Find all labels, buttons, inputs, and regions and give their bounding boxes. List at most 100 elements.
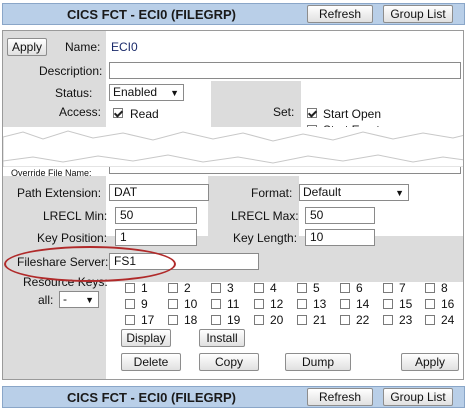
resource-key-label: 15	[399, 297, 413, 311]
status-select-value: Enabled	[113, 85, 158, 99]
resource-key-checkbox[interactable]	[340, 299, 350, 309]
set-label: Set:	[273, 105, 295, 119]
resource-key-label: 13	[313, 297, 327, 311]
resource-key-checkbox[interactable]	[383, 315, 393, 325]
dropdown-arrow-icon: ▼	[170, 88, 179, 98]
resource-key-label: 10	[184, 297, 198, 311]
resource-key-label: 12	[270, 297, 284, 311]
torn-edge	[3, 127, 463, 167]
apply-top-button[interactable]: Apply	[7, 38, 47, 56]
key-length-label: Key Length:	[233, 231, 298, 245]
resource-key-label: 23	[399, 313, 413, 327]
fct-form: Apply Name: ECI0 Description: Status: En…	[2, 30, 464, 380]
dump-button[interactable]: Dump	[285, 353, 351, 371]
all-keys-select-value: -	[63, 292, 67, 306]
apply-bottom-button[interactable]: Apply	[401, 353, 459, 371]
format-select-value: Default	[303, 185, 342, 199]
override-input[interactable]	[109, 167, 461, 174]
resource-key-checkbox[interactable]	[168, 299, 178, 309]
resource-key-checkbox[interactable]	[297, 315, 307, 325]
resource-key-label: 1	[141, 281, 148, 295]
top-header-bar: CICS FCT - ECI0 (FILEGRP) Refresh Group …	[2, 3, 465, 25]
resource-key-label: 24	[441, 313, 455, 327]
dropdown-arrow-icon: ▼	[395, 188, 404, 198]
resource-key-label: 9	[141, 297, 148, 311]
description-label: Description:	[39, 64, 103, 78]
fileshare-highlight-oval	[4, 246, 176, 282]
status-label: Status:	[55, 86, 93, 100]
resource-key-label: 20	[270, 313, 284, 327]
dropdown-arrow-icon: ▼	[85, 295, 94, 305]
resource-key-label: 22	[356, 313, 370, 327]
refresh-button[interactable]: Refresh	[307, 5, 373, 23]
resource-key-checkbox[interactable]	[254, 315, 264, 325]
delete-button[interactable]: Delete	[121, 353, 181, 371]
resource-key-checkbox[interactable]	[125, 315, 135, 325]
group-list-button[interactable]: Group List	[383, 5, 453, 23]
key-position-label: Key Position:	[37, 231, 108, 245]
resource-key-checkbox[interactable]	[254, 299, 264, 309]
resource-key-label: 4	[270, 281, 277, 295]
resource-key-label: 7	[399, 281, 406, 295]
lrecl-min-input[interactable]: 50	[115, 207, 197, 224]
all-label: all:	[38, 293, 54, 307]
key-position-input[interactable]: 1	[115, 229, 197, 246]
bottom-header-bar: CICS FCT - ECI0 (FILEGRP) Refresh Group …	[2, 386, 465, 408]
start-open-checkbox[interactable]	[307, 108, 317, 118]
page-title-bottom: CICS FCT - ECI0 (FILEGRP)	[67, 390, 236, 405]
resource-key-label: 3	[227, 281, 234, 295]
resource-key-checkbox[interactable]	[211, 283, 221, 293]
resource-key-label: 17	[141, 313, 155, 327]
all-keys-select[interactable]: - ▼	[59, 291, 99, 308]
format-label: Format:	[251, 186, 293, 200]
resource-key-label: 19	[227, 313, 241, 327]
status-select[interactable]: Enabled ▼	[109, 84, 184, 101]
name-value: ECI0	[111, 40, 138, 54]
display-button[interactable]: Display	[121, 329, 171, 347]
resource-key-checkbox[interactable]	[297, 299, 307, 309]
name-label: Name:	[65, 40, 101, 54]
path-extension-input[interactable]: DAT	[109, 184, 209, 201]
resource-key-checkbox[interactable]	[211, 315, 221, 325]
lrecl-max-input[interactable]: 50	[305, 207, 375, 224]
access-read-checkbox[interactable]	[113, 108, 123, 118]
resource-key-checkbox[interactable]	[340, 315, 350, 325]
page-title: CICS FCT - ECI0 (FILEGRP)	[67, 7, 236, 22]
access-read-label: Read	[130, 107, 159, 121]
resource-key-label: 6	[356, 281, 363, 295]
resource-key-label: 18	[184, 313, 198, 327]
format-select[interactable]: Default ▼	[299, 184, 409, 201]
resource-key-label: 2	[184, 281, 191, 295]
resource-key-label: 21	[313, 313, 327, 327]
key-length-input[interactable]: 10	[305, 229, 375, 246]
access-label: Access:	[59, 105, 102, 119]
override-label: Override File Name:	[11, 168, 92, 178]
resource-key-label: 5	[313, 281, 320, 295]
lrecl-max-label: LRECL Max:	[231, 209, 299, 223]
resource-key-checkbox[interactable]	[125, 283, 135, 293]
copy-button[interactable]: Copy	[199, 353, 259, 371]
resource-key-checkbox[interactable]	[383, 283, 393, 293]
start-open-label: Start Open	[323, 107, 382, 121]
resource-key-label: 8	[441, 281, 448, 295]
install-button[interactable]: Install	[199, 329, 245, 347]
resource-key-checkbox[interactable]	[340, 283, 350, 293]
resource-key-checkbox[interactable]	[425, 299, 435, 309]
resource-key-checkbox[interactable]	[425, 315, 435, 325]
resource-key-label: 16	[441, 297, 455, 311]
resource-key-checkbox[interactable]	[168, 283, 178, 293]
resource-key-checkbox[interactable]	[383, 299, 393, 309]
resource-key-checkbox[interactable]	[211, 299, 221, 309]
resource-key-checkbox[interactable]	[168, 315, 178, 325]
refresh-button-bottom[interactable]: Refresh	[307, 388, 373, 406]
path-extension-label: Path Extension:	[17, 186, 102, 200]
description-input[interactable]	[109, 62, 461, 79]
resource-key-label: 11	[227, 297, 240, 311]
resource-key-checkbox[interactable]	[125, 299, 135, 309]
resource-key-checkbox[interactable]	[297, 283, 307, 293]
resource-key-checkbox[interactable]	[425, 283, 435, 293]
group-list-button-bottom[interactable]: Group List	[383, 388, 453, 406]
lrecl-min-label: LRECL Min:	[43, 209, 108, 223]
resource-key-label: 14	[356, 297, 370, 311]
resource-key-checkbox[interactable]	[254, 283, 264, 293]
